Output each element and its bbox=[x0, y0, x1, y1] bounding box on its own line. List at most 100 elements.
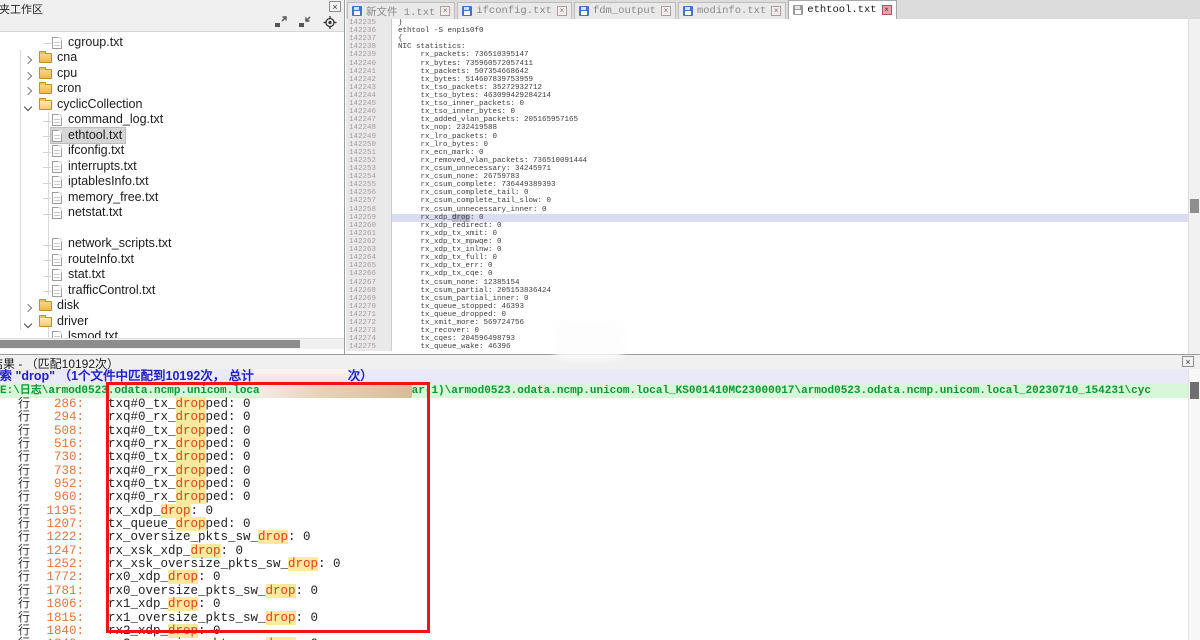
tree-item-memory_free-txt[interactable]: memory_free.txt bbox=[0, 190, 344, 206]
search-result-row[interactable]: 行730:txq#0_tx_dropped: 0 bbox=[0, 450, 1188, 463]
search-result-row[interactable]: 行1781:rx0_oversize_pkts_sw_drop: 0 bbox=[0, 584, 1188, 597]
tree-item-command_log-txt[interactable]: command_log.txt bbox=[0, 113, 344, 129]
search-result-row[interactable]: 行738:rxq#0_rx_dropped: 0 bbox=[0, 464, 1188, 477]
tree-item-iptablesInfo-txt[interactable]: iptablesInfo.txt bbox=[0, 175, 344, 191]
row-label: 行 bbox=[18, 584, 32, 597]
code-line-text: rx_ecn_mark: 0 bbox=[398, 149, 1188, 157]
code-line: 142257 rx_csum_complete_tail_slow: 0 bbox=[346, 197, 1188, 205]
line-number: 142247 bbox=[346, 116, 392, 124]
search-result-row[interactable]: 行516:rxq#0_rx_dropped: 0 bbox=[0, 437, 1188, 450]
match-suffix: : 0 bbox=[198, 570, 221, 584]
tree-item-ethtool-txt[interactable]: ethtool.txt bbox=[0, 128, 344, 144]
code-line: 142264 rx_xdp_tx_full: 0 bbox=[346, 254, 1188, 262]
result-line-number: 1222: bbox=[32, 531, 84, 544]
locate-file-icon[interactable] bbox=[323, 16, 337, 29]
editor-vertical-scrollbar[interactable] bbox=[1188, 19, 1200, 354]
tree-item-interrupts-txt[interactable]: interrupts.txt bbox=[0, 159, 344, 175]
search-result-row[interactable]: 行1247:rx_xsk_xdp_drop: 0 bbox=[0, 544, 1188, 557]
search-result-row[interactable]: 行1207:tx_queue_dropped: 0 bbox=[0, 517, 1188, 530]
code-line: 142273 tx_recover: 0 bbox=[346, 327, 1188, 335]
result-line-text: rxq#0_rx_dropped: 0 bbox=[108, 491, 251, 504]
row-label: 行 bbox=[18, 397, 32, 410]
tree-item-stat-txt[interactable]: stat.txt bbox=[0, 268, 344, 284]
tree-item-label: iptablesInfo.txt bbox=[68, 174, 149, 190]
tree-item-network_scripts-txt[interactable]: network_scripts.txt bbox=[0, 237, 344, 253]
tree-item-disk[interactable]: disk bbox=[0, 299, 344, 315]
search-result-row[interactable]: 行1195:rx_xdp_drop: 0 bbox=[0, 504, 1188, 517]
tree-item-netstat-txt[interactable]: netstat.txt bbox=[0, 206, 344, 222]
match-prefix: txq#0_tx_ bbox=[108, 450, 176, 464]
chevron-right-icon[interactable] bbox=[24, 56, 32, 64]
search-result-row[interactable]: 行1840:rx2_xdp_drop: 0 bbox=[0, 624, 1188, 637]
result-line-number: 516: bbox=[32, 438, 84, 451]
chevron-down-icon[interactable] bbox=[24, 102, 32, 110]
search-result-row[interactable]: 行1815:rx1_oversize_pkts_sw_drop: 0 bbox=[0, 611, 1188, 624]
search-result-row[interactable]: 行952:txq#0_tx_dropped: 0 bbox=[0, 477, 1188, 490]
tree-item-cpu[interactable]: cpu bbox=[0, 66, 344, 82]
search-result-row[interactable]: 行1772:rx0_xdp_drop: 0 bbox=[0, 570, 1188, 583]
search-result-row[interactable]: 行1252:rx_xsk_oversize_pkts_sw_drop: 0 bbox=[0, 557, 1188, 570]
close-tab-icon[interactable]: × bbox=[557, 6, 567, 16]
censor-blur bbox=[260, 384, 412, 398]
tab-fdm_output[interactable]: fdm_output× bbox=[574, 2, 676, 19]
code-line-text: tx_nop: 232419588 bbox=[398, 124, 1188, 132]
match-highlight: drop bbox=[176, 517, 206, 531]
close-tab-icon[interactable]: × bbox=[882, 5, 892, 15]
code-line-text: tx_queue_dropped: 0 bbox=[398, 311, 1188, 319]
search-result-row[interactable]: 行294:rxq#0_rx_dropped: 0 bbox=[0, 410, 1188, 423]
close-tab-icon[interactable]: × bbox=[771, 6, 781, 16]
tab--1-txt[interactable]: 新文件 1.txt× bbox=[347, 2, 455, 19]
chevron-right-icon[interactable] bbox=[24, 87, 32, 95]
file-icon bbox=[52, 238, 62, 250]
file-icon bbox=[52, 192, 62, 204]
close-icon[interactable]: × bbox=[329, 1, 341, 12]
chevron-right-icon[interactable] bbox=[24, 304, 32, 312]
code-view[interactable]: 142235}142236ethtool -S enp1s0f0142237{1… bbox=[346, 19, 1188, 354]
results-file-path[interactable]: E:\日志\armod0523.odata.ncmp.unicom.locaar… bbox=[0, 384, 1188, 398]
close-icon[interactable]: × bbox=[1182, 356, 1194, 367]
tree-item-cna[interactable]: cna bbox=[0, 51, 344, 67]
line-number: 142263 bbox=[346, 246, 392, 254]
code-line: 142243 tx_tso_packets: 35272932712 bbox=[346, 84, 1188, 92]
code-line: 142274 tx_cqes: 204596498793 bbox=[346, 335, 1188, 343]
search-result-row[interactable]: 行1222:rx_oversize_pkts_sw_drop: 0 bbox=[0, 530, 1188, 543]
scrollbar-thumb[interactable] bbox=[1190, 382, 1199, 399]
match-prefix: rx_xsk_oversize_pkts_sw_ bbox=[108, 557, 288, 571]
close-tab-icon[interactable]: × bbox=[440, 6, 450, 16]
scrollbar-thumb[interactable] bbox=[1190, 199, 1199, 213]
file-icon bbox=[52, 145, 62, 157]
tree-item-cgroup-txt[interactable]: cgroup.txt bbox=[0, 35, 344, 51]
tree-horizontal-scrollbar[interactable] bbox=[0, 338, 344, 349]
tree-item-label: disk bbox=[57, 298, 79, 314]
tree-item-cyclicCollection[interactable]: cyclicCollection bbox=[0, 97, 344, 113]
tree-item-routeInfo-txt[interactable]: routeInfo.txt bbox=[0, 252, 344, 268]
match-highlight: drop bbox=[288, 557, 318, 571]
tree-item-cron[interactable]: cron bbox=[0, 82, 344, 98]
match-suffix: ped: 0 bbox=[206, 424, 251, 438]
tree-item-ifconfig-txt[interactable]: ifconfig.txt bbox=[0, 144, 344, 160]
code-line-text: rx_xdp_drop: 0 bbox=[398, 214, 1188, 222]
collapse-all-icon[interactable] bbox=[298, 16, 312, 29]
tree-item-label: driver bbox=[57, 314, 88, 330]
results-vertical-scrollbar[interactable] bbox=[1188, 369, 1200, 640]
search-result-row[interactable]: 行286:txq#0_tx_dropped: 0 bbox=[0, 397, 1188, 410]
search-result-row[interactable]: 行1806:rx1_xdp_drop: 0 bbox=[0, 597, 1188, 610]
tree-item-trafficControl-txt[interactable]: trafficControl.txt bbox=[0, 283, 344, 299]
code-line-text: rx_csum_none: 26759783 bbox=[398, 173, 1188, 181]
line-number: 142243 bbox=[346, 84, 392, 92]
tab-ethtool-txt[interactable]: ethtool.txt× bbox=[788, 0, 896, 19]
search-result-row[interactable]: 行508:txq#0_tx_dropped: 0 bbox=[0, 424, 1188, 437]
line-number: 142253 bbox=[346, 165, 392, 173]
expand-all-icon[interactable] bbox=[274, 16, 288, 29]
close-tab-icon[interactable]: × bbox=[661, 6, 671, 16]
code-line: 142248 tx_nop: 232419588 bbox=[346, 124, 1188, 132]
tree-item-driver[interactable]: driver bbox=[0, 314, 344, 330]
chevron-right-icon[interactable] bbox=[24, 71, 32, 79]
tree-item-label: cyclicCollection bbox=[57, 97, 142, 113]
search-result-row[interactable]: 行960:rxq#0_rx_dropped: 0 bbox=[0, 490, 1188, 503]
tab-ifconfig-txt[interactable]: ifconfig.txt× bbox=[457, 2, 572, 19]
tab-modinfo-txt[interactable]: modinfo.txt× bbox=[678, 2, 786, 19]
scrollbar-thumb[interactable] bbox=[0, 340, 300, 348]
row-label: 行 bbox=[18, 570, 32, 583]
chevron-down-icon[interactable] bbox=[24, 319, 32, 327]
